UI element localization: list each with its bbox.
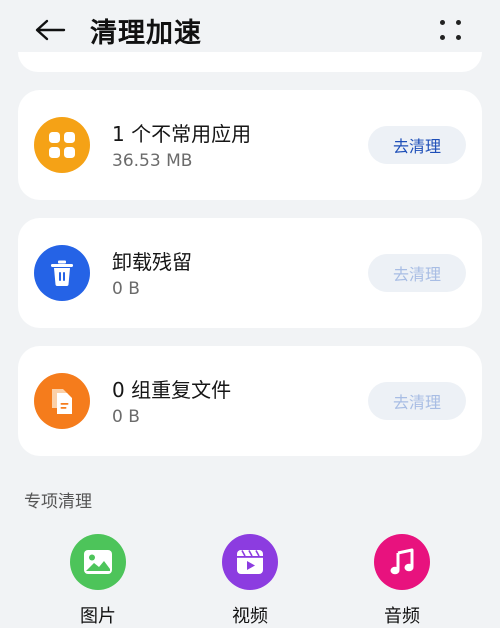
clean-button[interactable]: 去清理 xyxy=(368,254,466,292)
more-options-button[interactable] xyxy=(432,14,468,46)
video-icon xyxy=(222,534,278,590)
special-item-label: 视频 xyxy=(232,606,268,627)
special-item-label: 音频 xyxy=(384,606,420,627)
page-title: 清理加速 xyxy=(90,18,202,49)
special-item-images[interactable]: 图片 xyxy=(48,534,148,628)
music-icon xyxy=(374,534,430,590)
card-title: 卸载残留 xyxy=(112,250,192,274)
top-bar: 清理加速 xyxy=(0,0,500,60)
special-item-videos[interactable]: 视频 xyxy=(200,534,300,628)
apps-grid-icon xyxy=(34,117,90,173)
card-size: 0 B xyxy=(112,407,140,427)
duplicate-files-card: 0 组重复文件 0 B 去清理 xyxy=(18,346,482,456)
arrow-left-icon xyxy=(35,19,66,41)
more-dots-icon xyxy=(440,20,445,25)
previous-card-edge xyxy=(18,52,482,72)
clean-button[interactable]: 去清理 xyxy=(368,382,466,420)
trash-icon xyxy=(34,245,90,301)
special-cleanup-heading: 专项清理 xyxy=(24,492,92,512)
back-button[interactable] xyxy=(30,12,70,48)
clean-button[interactable]: 去清理 xyxy=(368,126,466,164)
special-item-audio[interactable]: 音频 xyxy=(352,534,452,628)
special-item-label: 图片 xyxy=(80,606,116,627)
image-icon xyxy=(70,534,126,590)
uninstall-residue-card: 卸载残留 0 B 去清理 xyxy=(18,218,482,328)
card-size: 0 B xyxy=(112,279,140,299)
card-title: 1 个不常用应用 xyxy=(112,122,252,146)
card-size: 36.53 MB xyxy=(112,151,193,171)
card-title: 0 组重复文件 xyxy=(112,378,232,402)
unused-apps-card: 1 个不常用应用 36.53 MB 去清理 xyxy=(18,90,482,200)
duplicate-file-icon xyxy=(34,373,90,429)
